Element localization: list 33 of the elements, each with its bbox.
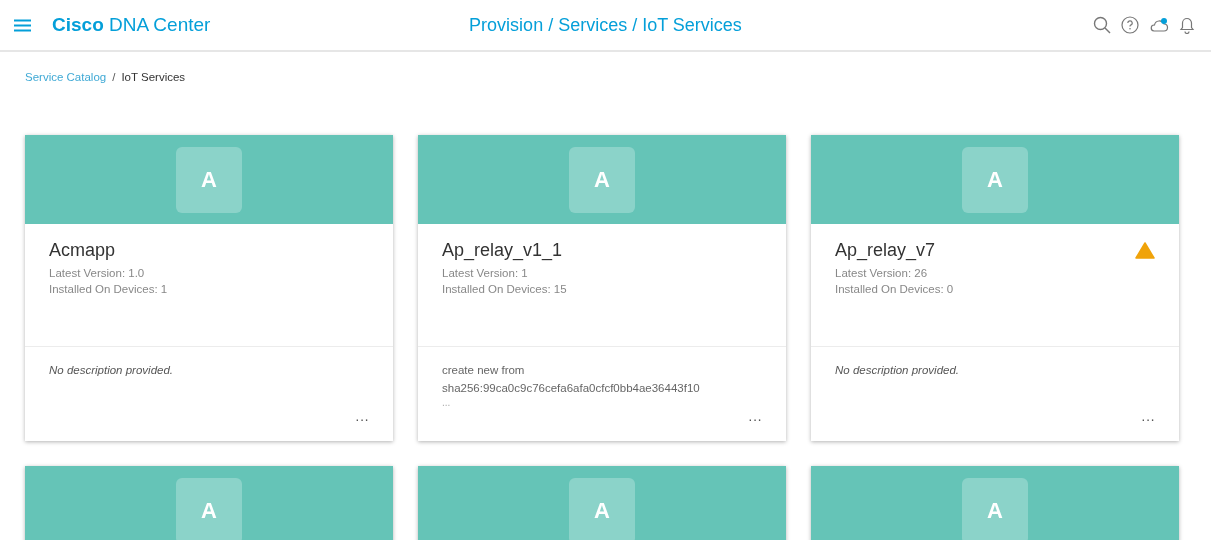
avatar: A: [962, 146, 1028, 213]
service-card[interactable]: A Ap_relay_v7 Latest Version: 26 Installed On Devices: 0 No description provided. ···: [811, 135, 1179, 441]
avatar: A: [962, 477, 1028, 540]
service-card[interactable]: A Acmapp Latest Version: 1.0 Installed On Devices: 1 No description provided. ···: [25, 135, 393, 441]
avatar: A: [569, 477, 635, 540]
menu-icon[interactable]: [14, 18, 31, 32]
devices-text: Installed On Devices: 1: [49, 283, 169, 295]
cloud-icon[interactable]: [1149, 17, 1169, 33]
service-card[interactable]: A Ap_relay_v1_1 Latest Version: 1 Installed On Devices: 15 create new from sha256:99ca0c9c76cefa6afa0cfcf0bb4ae36443f10 ... ···: [418, 135, 786, 441]
devices-text: Installed On Devices: 15: [442, 283, 568, 295]
description-text: create new from sha256:99ca0c9c76cefa6afa0cfcf0bb4ae36443f10: [442, 363, 701, 396]
more-options-button[interactable]: ···: [744, 411, 766, 427]
avatar: A: [176, 146, 242, 213]
breadcrumb-separator: /: [112, 71, 116, 85]
devices-text: Installed On Devices: 0: [835, 283, 955, 295]
description-text: No description provided.: [49, 363, 174, 378]
version-text: Latest Version: 1: [442, 267, 529, 279]
description-text: No description provided.: [835, 363, 960, 378]
search-icon[interactable]: [1093, 16, 1111, 34]
version-text: Latest Version: 1.0: [49, 267, 146, 279]
page-title: Provision / Services / IoT Services: [468, 14, 743, 36]
avatar: A: [176, 477, 242, 540]
breadcrumb-current: IoT Services: [121, 71, 186, 85]
service-name: Ap_relay_v1_1: [442, 240, 563, 261]
more-options-button[interactable]: ···: [351, 411, 373, 427]
bell-icon[interactable]: [1179, 16, 1195, 34]
avatar: A: [569, 146, 635, 213]
service-name: Ap_relay_v7: [835, 240, 936, 261]
more-text: ...: [442, 397, 452, 408]
version-text: Latest Version: 26: [835, 267, 929, 279]
help-icon[interactable]: [1121, 16, 1139, 34]
service-name: Acmapp: [49, 240, 116, 261]
more-options-button[interactable]: ···: [1137, 411, 1159, 427]
